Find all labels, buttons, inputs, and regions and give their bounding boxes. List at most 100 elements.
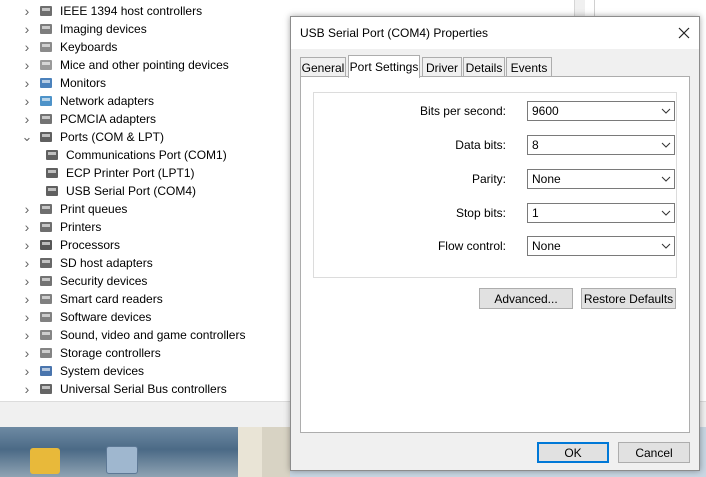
printer-icon [38,220,54,234]
chevron-right-icon[interactable]: › [16,291,38,307]
tab-driver[interactable]: Driver [422,57,462,77]
tree-item[interactable]: › Keyboards [0,38,118,56]
chevron-right-icon[interactable]: › [16,381,38,397]
tree-item-label: IEEE 1394 host controllers [60,4,203,18]
folder-shortcut-icon[interactable] [30,448,60,474]
restore-defaults-button[interactable]: Restore Defaults [581,288,676,309]
bits-per-second-select[interactable]: 9600 [527,101,675,121]
properties-dialog: USB Serial Port (COM4) Properties Genera… [290,16,700,471]
tree-item[interactable]: › Printers [0,218,102,236]
tree-item[interactable]: › Mice and other pointing devices [0,56,229,74]
system-icon [38,364,54,378]
tree-item[interactable]: › Sound, video and game controllers [0,326,246,344]
tree-item[interactable]: › Network adapters [0,92,154,110]
chevron-right-icon[interactable]: › [16,327,38,343]
software-device-icon [38,310,54,324]
chevron-down-icon[interactable]: ⌄ [16,129,38,145]
chevron-right-icon[interactable]: › [16,219,38,235]
stop-bits-label: Stop bits: [455,206,506,220]
chevron-down-icon [658,136,674,154]
port-icon [38,130,54,144]
tree-item-label: Communications Port (COM1) [66,148,227,162]
usb-icon [38,382,54,396]
flow-control-label: Flow control: [437,239,506,253]
tree-item-label: SD host adapters [60,256,153,270]
port-icon [44,184,60,198]
chevron-right-icon[interactable]: › [16,93,38,109]
tree-item[interactable]: › Print queues [0,200,128,218]
tab-details[interactable]: Details [463,57,505,77]
tree-item[interactable]: ECP Printer Port (LPT1) [0,164,194,182]
tree-item-label: Universal Serial Bus controllers [60,382,227,396]
ok-button[interactable]: OK [537,442,609,463]
chevron-right-icon[interactable]: › [16,309,38,325]
tree-item[interactable]: › Imaging devices [0,20,147,38]
close-button[interactable] [669,17,699,49]
chevron-down-icon [658,170,674,188]
tree-item-label: USB Serial Port (COM4) [66,184,197,198]
printer-icon [38,202,54,216]
tab-general[interactable]: General [300,57,346,77]
cancel-button[interactable]: Cancel [618,442,690,463]
chevron-right-icon[interactable]: › [16,273,38,289]
tab-panel: Bits per second: 9600 Data bits: 8 Parit… [300,76,690,433]
tree-item-label: Ports (COM & LPT) [60,130,165,144]
tree-item[interactable]: USB Serial Port (COM4) [0,182,196,200]
tree-item[interactable]: › Universal Serial Bus controllers [0,380,227,398]
data-bits-label: Data bits: [455,138,506,152]
chevron-right-icon[interactable]: › [16,111,38,127]
port-icon [44,148,60,162]
parity-select[interactable]: None [527,169,675,189]
chevron-right-icon[interactable]: › [16,237,38,253]
tree-item-label: Print queues [60,202,128,216]
security-icon [38,274,54,288]
tab-events[interactable]: Events [506,57,552,77]
mouse-icon [38,58,54,72]
tree-item-label: Imaging devices [60,22,147,36]
tree-item[interactable]: ⌄ Ports (COM & LPT) [0,128,164,146]
close-icon [678,27,690,39]
tree-item[interactable]: › SD host adapters [0,254,153,272]
tree-item[interactable]: Communications Port (COM1) [0,146,227,164]
chevron-right-icon[interactable]: › [16,39,38,55]
tree-item[interactable]: › Monitors [0,74,106,92]
chevron-right-icon[interactable]: › [16,345,38,361]
chevron-right-icon[interactable]: › [16,363,38,379]
tree-item-label: Security devices [60,274,148,288]
tree-item[interactable]: › Processors [0,236,120,254]
tree-item-label: ECP Printer Port (LPT1) [66,166,195,180]
chevron-right-icon[interactable]: › [16,21,38,37]
chevron-right-icon[interactable]: › [16,57,38,73]
app-shortcut-icon[interactable] [106,446,138,474]
tree-item[interactable]: › Storage controllers [0,344,161,362]
tree-item-label: Network adapters [60,94,155,108]
speaker-icon [38,328,54,342]
tree-item[interactable]: › System devices [0,362,144,380]
tree-item-label: Sound, video and game controllers [60,328,246,342]
smart-card-icon [38,292,54,306]
monitor-icon [38,76,54,90]
chevron-right-icon[interactable]: › [16,255,38,271]
tree-item[interactable]: › IEEE 1394 host controllers [0,2,202,20]
flow-control-select[interactable]: None [527,236,675,256]
tree-item-label: Mice and other pointing devices [60,58,229,72]
tree-item[interactable]: › Security devices [0,272,148,290]
tree-item[interactable]: › Software devices [0,308,152,326]
port-settings-group: Bits per second: 9600 Data bits: 8 Parit… [313,92,677,278]
advanced-button[interactable]: Advanced... [479,288,573,309]
data-bits-select[interactable]: 8 [527,135,675,155]
processor-icon [38,238,54,252]
tree-item[interactable]: › PCMCIA adapters [0,110,156,128]
title-bar[interactable]: USB Serial Port (COM4) Properties [291,17,699,49]
tree-item-label: Processors [60,238,121,252]
tree-item-label: System devices [60,364,145,378]
tab-port-settings[interactable]: Port Settings [348,55,420,78]
chevron-right-icon[interactable]: › [16,201,38,217]
stop-bits-select[interactable]: 1 [527,203,675,223]
tree-item[interactable]: › Smart card readers [0,290,163,308]
chevron-right-icon[interactable]: › [16,3,38,19]
chevron-right-icon[interactable]: › [16,75,38,91]
tree-item-label: Storage controllers [60,346,161,360]
tree-item-label: Monitors [60,76,107,90]
network-icon [38,94,54,108]
